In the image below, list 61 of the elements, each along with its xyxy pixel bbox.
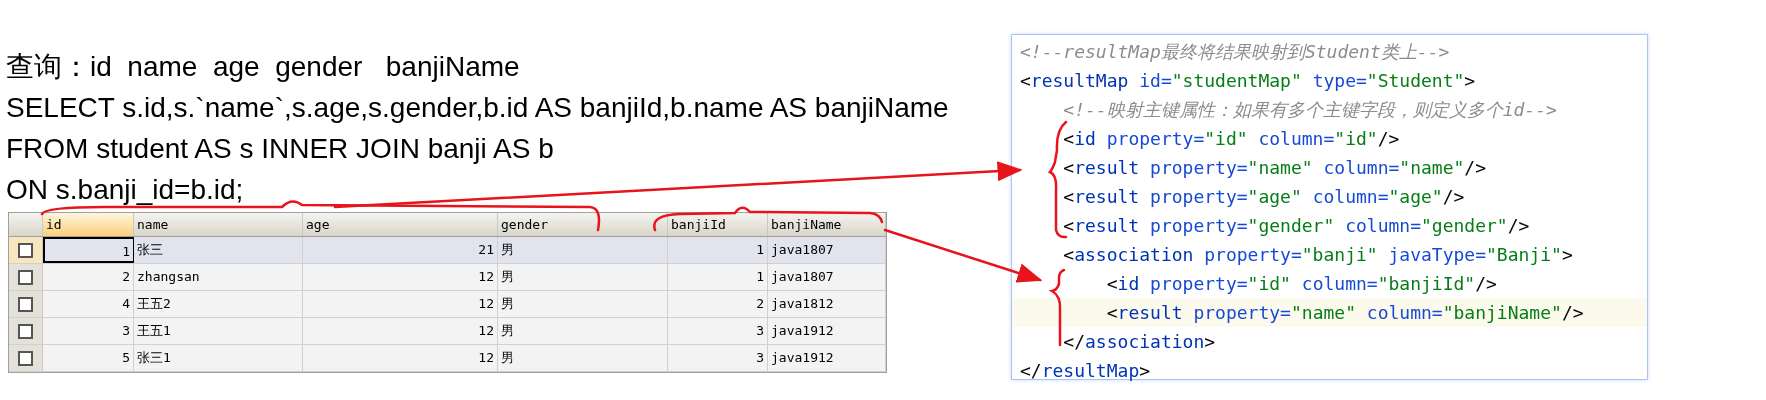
- table-cell: java1807: [768, 237, 886, 263]
- query-text-line: 查询：id name age gender banjiName: [6, 50, 520, 84]
- code-line: </resultMap>: [1019, 359, 1152, 383]
- row-checkbox[interactable]: [18, 350, 33, 366]
- table-cell: 3: [668, 345, 768, 371]
- column-header[interactable]: age: [303, 213, 498, 236]
- table-cell: 男: [498, 318, 668, 344]
- code-line: </association>: [1062, 330, 1217, 354]
- table-cell: 12: [303, 291, 498, 317]
- row-selector[interactable]: [9, 237, 43, 263]
- column-header[interactable]: banjiName: [768, 213, 886, 236]
- code-line: <resultMap id="studentMap" type="Student">: [1019, 69, 1477, 93]
- code-line: <association property="banji" javaType="Banji">: [1062, 243, 1574, 267]
- row-checkbox[interactable]: [18, 242, 33, 258]
- column-header[interactable]: name: [134, 213, 303, 236]
- query-text-line: SELECT s.id,s.`name`,s.age,s.gender,b.id AS banjiId,b.name AS banjiName: [6, 91, 949, 125]
- code-line: <result property="gender" column="gender"/>: [1062, 214, 1531, 238]
- table-cell: java1912: [768, 345, 886, 371]
- table-cell: 2: [43, 264, 134, 290]
- table-cell: 男: [498, 345, 668, 371]
- row-selector[interactable]: [9, 318, 43, 344]
- row-checkbox[interactable]: [18, 269, 33, 285]
- table-cell: 12: [303, 345, 498, 371]
- table-cell: 男: [498, 264, 668, 290]
- table-cell: 张三1: [134, 345, 303, 371]
- table-cell: 男: [498, 291, 668, 317]
- table-cell: java1807: [768, 264, 886, 290]
- table-cell: zhangsan: [134, 264, 303, 290]
- table-cell: 1: [668, 237, 768, 263]
- table-cell: 5: [43, 345, 134, 371]
- table-cell: 21: [303, 237, 498, 263]
- table-cell: java1912: [768, 318, 886, 344]
- table-cell: 张三: [134, 237, 303, 263]
- query-text-line: ON s.banji_id=b.id;: [6, 173, 244, 207]
- row-selector[interactable]: [9, 345, 43, 371]
- table-cell: 2: [668, 291, 768, 317]
- row-checkbox[interactable]: [18, 296, 33, 312]
- table-cell: 3: [43, 318, 134, 344]
- table-cell: 12: [303, 318, 498, 344]
- table-cell: 王五2: [134, 291, 303, 317]
- column-header[interactable]: gender: [498, 213, 668, 236]
- table-cell: 王五1: [134, 318, 303, 344]
- table-cell: 3: [668, 318, 768, 344]
- code-line: <result property="age" column="age"/>: [1062, 185, 1466, 209]
- table-cell: 男: [498, 237, 668, 263]
- row-checkbox[interactable]: [18, 323, 33, 339]
- column-header[interactable]: id: [43, 213, 134, 236]
- code-line: <id property="id" column="id"/>: [1062, 127, 1401, 151]
- table-cell: 1: [668, 264, 768, 290]
- row-selector[interactable]: [9, 291, 43, 317]
- row-selector[interactable]: [9, 264, 43, 290]
- code-line: <!--映射主键属性：如果有多个主键字段，则定义多个id-->: [1062, 98, 1558, 122]
- table-cell: 1: [43, 237, 134, 263]
- query-text-line: FROM student AS s INNER JOIN banji AS b: [6, 132, 554, 166]
- code-line: <id property="id" column="banjiId"/>: [1105, 272, 1498, 296]
- table-cell: 12: [303, 264, 498, 290]
- table-cell: java1812: [768, 291, 886, 317]
- table-cell: 4: [43, 291, 134, 317]
- column-header[interactable]: banjiId: [668, 213, 768, 236]
- code-line: <result property="name" column="name"/>: [1062, 156, 1488, 180]
- code-line: <!--resultMap最终将结果映射到Student类上-->: [1019, 40, 1451, 64]
